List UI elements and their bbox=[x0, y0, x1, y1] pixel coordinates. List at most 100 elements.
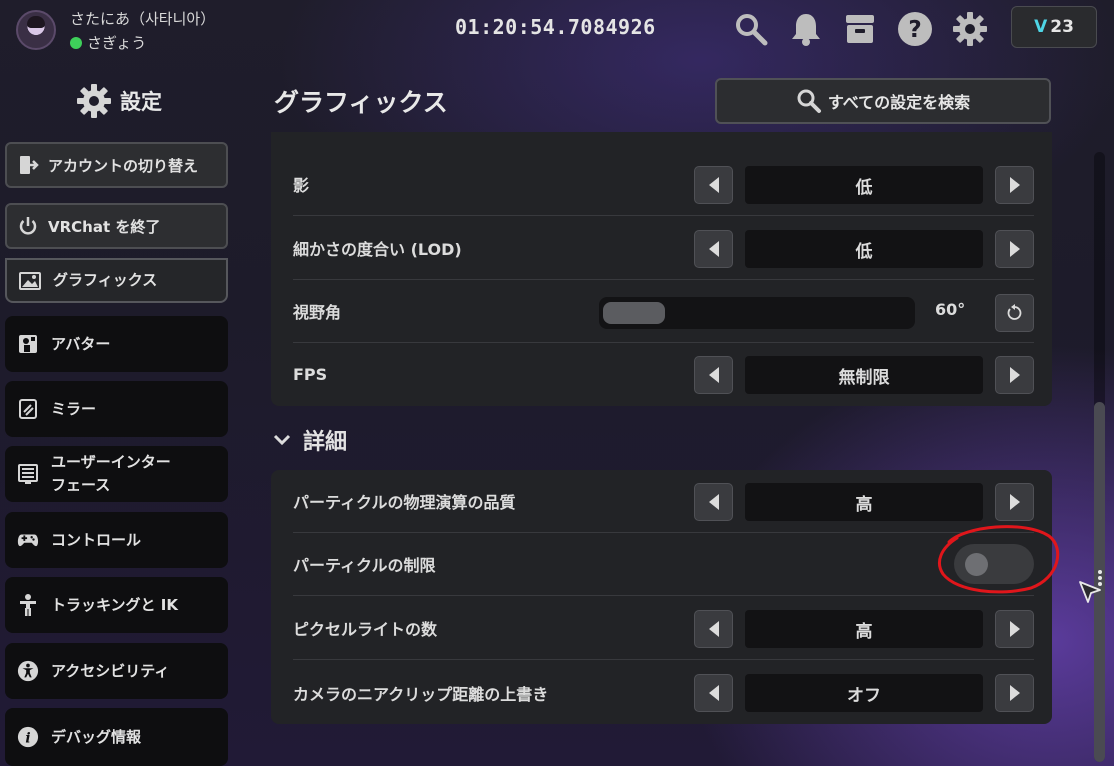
setting-row-shadows: 影 低 bbox=[293, 153, 1034, 216]
sidebar-item-avatar[interactable]: アバター bbox=[5, 316, 228, 372]
switch-account-button[interactable]: アカウントの切り替え bbox=[5, 142, 228, 188]
chevron-left-icon bbox=[708, 177, 719, 193]
next-button[interactable] bbox=[995, 483, 1034, 521]
user-status: さぎょう bbox=[70, 32, 146, 53]
setting-label: カメラのニアクリップ距離の上書き bbox=[293, 684, 549, 704]
quit-label: VRChat を終了 bbox=[48, 217, 161, 236]
setting-label: ピクセルライトの数 bbox=[293, 620, 438, 639]
svg-text:i: i bbox=[25, 731, 30, 747]
setting-value: 高 bbox=[745, 610, 983, 648]
chevron-right-icon bbox=[1009, 177, 1020, 193]
sidebar-item-mirror[interactable]: ミラー bbox=[5, 381, 228, 437]
version-badge[interactable]: V 23 bbox=[1011, 6, 1097, 48]
switch-account-label: アカウントの切り替え bbox=[48, 156, 199, 175]
pixel-lights-stepper: 高 bbox=[694, 610, 1034, 648]
sidebar-item-tracking-ik[interactable]: トラッキングと IK bbox=[5, 577, 228, 633]
fps-stepper: 無制限 bbox=[694, 356, 1034, 394]
bell-icon[interactable] bbox=[786, 9, 826, 49]
sidebar-item-accessibility[interactable]: アクセシビリティ bbox=[5, 643, 228, 699]
svg-text:?: ? bbox=[908, 17, 921, 43]
settings-title-text: 設定 bbox=[120, 90, 162, 114]
gamepad-icon bbox=[17, 529, 39, 551]
chevron-right-icon bbox=[1009, 621, 1020, 637]
setting-row-particle-limit: パーティクルの制限 bbox=[293, 533, 1034, 596]
next-button[interactable] bbox=[995, 166, 1034, 204]
image-icon bbox=[19, 270, 41, 292]
fov-value: 60° bbox=[935, 300, 966, 319]
fov-reset-button[interactable] bbox=[995, 294, 1034, 332]
search-icon bbox=[797, 89, 821, 113]
setting-value: オフ bbox=[745, 674, 983, 712]
prev-button[interactable] bbox=[694, 483, 733, 521]
sidebar-item-label: デバッグ情報 bbox=[51, 727, 142, 746]
exit-door-icon bbox=[17, 154, 39, 176]
prev-button[interactable] bbox=[694, 166, 733, 204]
sidebar-item-graphics[interactable]: グラフィックス bbox=[5, 258, 228, 303]
setting-label: パーティクルの制限 bbox=[293, 556, 436, 575]
prev-button[interactable] bbox=[694, 674, 733, 712]
sidebar-item-label: ユーザーインター フェース bbox=[51, 451, 171, 497]
scrollbar[interactable] bbox=[1094, 152, 1105, 762]
tracking-icon bbox=[17, 594, 39, 616]
graphics-advanced-panel: パーティクルの物理演算の品質 高 パーティクルの制限 ピクセルライトの数 高 カ… bbox=[271, 470, 1052, 724]
user-name: さたにあ（사타니아） bbox=[70, 10, 216, 28]
prev-button[interactable] bbox=[694, 230, 733, 268]
shadows-stepper: 低 bbox=[694, 166, 1034, 204]
setting-label: 影 bbox=[293, 176, 310, 195]
search-all-settings-label: すべての設定を検索 bbox=[827, 93, 971, 112]
advanced-section-header[interactable]: 詳細 bbox=[273, 424, 347, 456]
inbox-icon[interactable] bbox=[840, 9, 880, 49]
sidebar-item-controls[interactable]: コントロール bbox=[5, 512, 228, 568]
chevron-right-icon bbox=[1009, 367, 1020, 383]
avatar[interactable] bbox=[16, 10, 56, 50]
sidebar-item-debug-info[interactable]: i デバッグ情報 bbox=[5, 708, 228, 766]
user-status-text: さぎょう bbox=[87, 34, 147, 52]
search-icon[interactable] bbox=[731, 9, 771, 49]
search-all-settings-button[interactable]: すべての設定を検索 bbox=[715, 78, 1051, 124]
next-button[interactable] bbox=[995, 356, 1034, 394]
next-button[interactable] bbox=[995, 610, 1034, 648]
section-title: 詳細 bbox=[303, 430, 348, 455]
gear-icon[interactable] bbox=[950, 9, 990, 49]
quit-vrchat-button[interactable]: VRChat を終了 bbox=[5, 203, 228, 249]
sidebar-item-label: グラフィックス bbox=[53, 271, 158, 289]
setting-label: FPS bbox=[293, 365, 328, 384]
slider-handle[interactable] bbox=[603, 302, 665, 324]
setting-label: 細かさの度合い (LOD) bbox=[293, 240, 462, 259]
sidebar-item-label: コントロール bbox=[51, 530, 142, 549]
chevron-right-icon bbox=[1009, 494, 1020, 510]
power-icon bbox=[17, 215, 39, 237]
next-button[interactable] bbox=[995, 674, 1034, 712]
mirror-icon bbox=[17, 398, 39, 420]
lod-stepper: 低 bbox=[694, 230, 1034, 268]
next-button[interactable] bbox=[995, 230, 1034, 268]
fov-slider[interactable] bbox=[599, 297, 915, 329]
setting-label: 視野角 bbox=[293, 303, 342, 322]
sidebar-item-label: アバター bbox=[51, 334, 111, 353]
sidebar-item-label: アクセシビリティ bbox=[51, 661, 170, 680]
help-icon[interactable]: ? bbox=[895, 9, 935, 49]
setting-row-particle-physics: パーティクルの物理演算の品質 高 bbox=[293, 470, 1034, 533]
setting-value: 低 bbox=[745, 166, 983, 204]
reset-icon bbox=[1007, 304, 1021, 320]
annotation-circle bbox=[938, 525, 1060, 594]
setting-value: 無制限 bbox=[745, 356, 983, 394]
chevron-left-icon bbox=[708, 241, 719, 257]
top-bar: さたにあ（사타니아） さぎょう 01:20:54.7084926 ? V 23 bbox=[0, 0, 1114, 62]
page-title: グラフィックス bbox=[274, 88, 448, 117]
prev-button[interactable] bbox=[694, 356, 733, 394]
setting-row-lod: 細かさの度合い (LOD) 低 bbox=[293, 217, 1034, 280]
sidebar-item-user-interface[interactable]: ユーザーインター フェース bbox=[5, 446, 228, 502]
chevron-right-icon bbox=[1009, 241, 1020, 257]
particle-physics-stepper: 高 bbox=[694, 483, 1034, 521]
avatar-icon bbox=[17, 333, 39, 355]
accessibility-icon bbox=[17, 660, 39, 682]
setting-label: パーティクルの物理演算の品質 bbox=[293, 493, 516, 512]
setting-row-near-clip: カメラのニアクリップ距離の上書き オフ bbox=[293, 661, 1034, 724]
setting-value: 高 bbox=[745, 483, 983, 521]
chevron-right-icon bbox=[1009, 685, 1020, 701]
prev-button[interactable] bbox=[694, 610, 733, 648]
sidebar-item-label: トラッキングと IK bbox=[51, 595, 178, 614]
label-line-1: ユーザーインター bbox=[51, 453, 171, 471]
clock: 01:20:54.7084926 bbox=[455, 15, 656, 39]
